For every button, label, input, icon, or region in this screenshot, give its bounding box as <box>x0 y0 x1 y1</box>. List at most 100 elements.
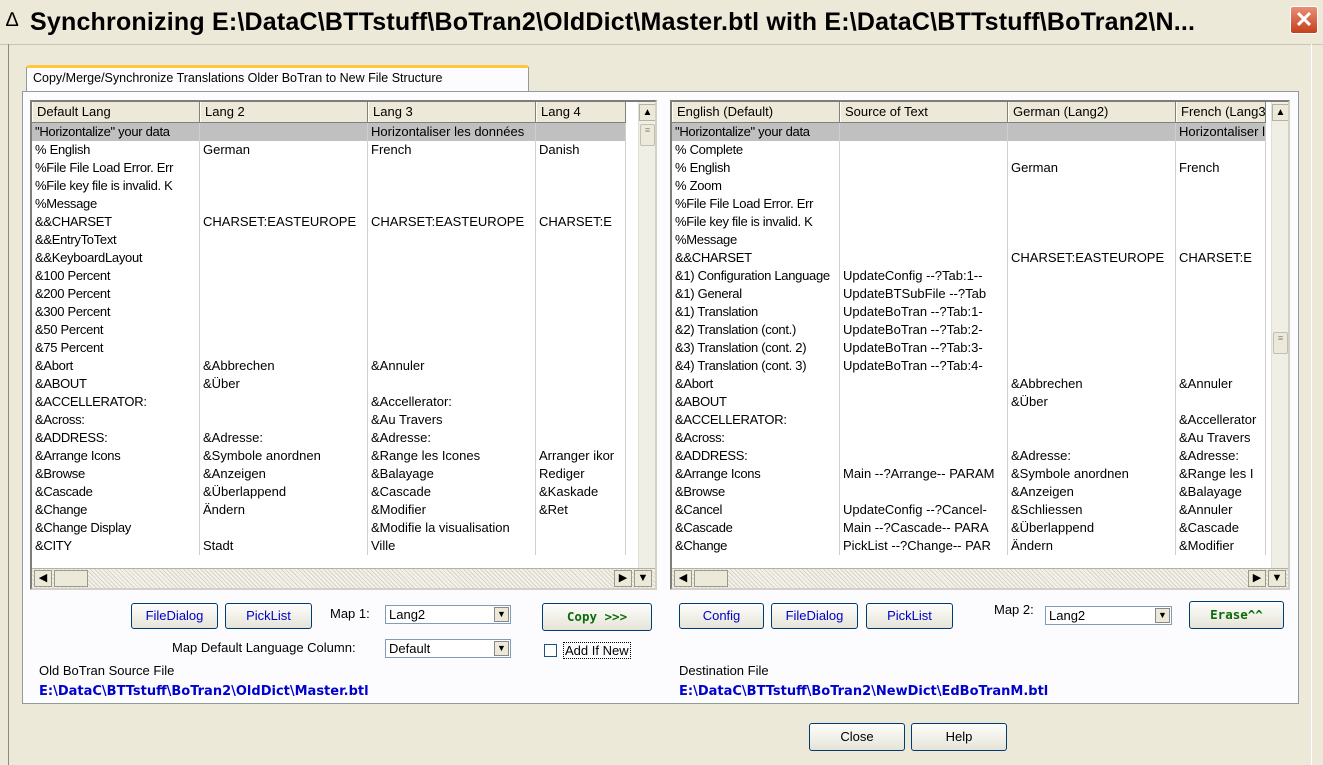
table-row[interactable]: %File key file is invalid. K <box>32 177 626 195</box>
table-cell[interactable]: %File File Load Error. Err <box>32 159 200 177</box>
table-cell[interactable]: %File key file is invalid. K <box>672 213 840 231</box>
table-cell[interactable]: UpdateBoTran --?Tab:4- <box>840 357 1008 375</box>
table-cell[interactable]: UpdateBoTran --?Tab:3- <box>840 339 1008 357</box>
table-cell[interactable]: &Across: <box>672 429 840 447</box>
table-cell[interactable] <box>840 177 1008 195</box>
table-cell[interactable]: &4) Translation (cont. 3) <box>672 357 840 375</box>
table-row[interactable]: % English German French <box>672 159 1266 177</box>
table-cell[interactable]: &Über <box>200 375 368 393</box>
table-cell[interactable] <box>1176 213 1266 231</box>
table-cell[interactable]: &Modifie la visualisation <box>368 519 536 537</box>
scroll-thumb-horizontal[interactable] <box>54 570 88 587</box>
table-cell[interactable] <box>1008 303 1176 321</box>
table-cell[interactable]: &Adresse: <box>368 429 536 447</box>
table-row[interactable]: %File File Load Error. Err <box>672 195 1266 213</box>
scroll-left-icon[interactable]: ◀ <box>674 570 692 587</box>
table-cell[interactable]: "Horizontalize" your data <box>32 123 200 141</box>
table-cell[interactable] <box>1176 267 1266 285</box>
erase-button[interactable]: Erase^^ <box>1189 601 1284 629</box>
scroll-down-icon[interactable]: ▼ <box>634 570 652 587</box>
table-cell[interactable]: &Abort <box>672 375 840 393</box>
table-row[interactable]: &ABOUT &Über <box>672 393 1266 411</box>
table-row[interactable]: % Complete <box>672 141 1266 159</box>
table-cell[interactable]: &Symbole anordnen <box>200 447 368 465</box>
column-header[interactable]: Source of Text <box>840 102 1008 122</box>
table-cell[interactable]: Main --?Arrange-- PARAM <box>840 465 1008 483</box>
table-cell[interactable] <box>536 375 626 393</box>
table-cell[interactable] <box>1176 339 1266 357</box>
table-cell[interactable]: &Annuler <box>1176 501 1266 519</box>
table-cell[interactable] <box>536 393 626 411</box>
table-cell[interactable] <box>368 303 536 321</box>
table-cell[interactable]: &Annuler <box>1176 375 1266 393</box>
table-row[interactable]: %Message <box>672 231 1266 249</box>
table-cell[interactable]: % English <box>32 141 200 159</box>
table-cell[interactable] <box>536 321 626 339</box>
table-cell[interactable] <box>1176 303 1266 321</box>
table-cell[interactable]: %File key file is invalid. K <box>32 177 200 195</box>
column-header[interactable]: Lang 3 <box>368 102 536 122</box>
table-row[interactable]: &&CHARSET CHARSET:EASTEUROPE CHARSET:EASTE… <box>32 213 626 231</box>
table-cell[interactable] <box>1008 177 1176 195</box>
table-row[interactable]: &ADDRESS: &Adresse: &Adresse: <box>32 429 626 447</box>
table-cell[interactable] <box>200 159 368 177</box>
table-cell[interactable]: French <box>1176 159 1266 177</box>
column-header[interactable]: Lang 2 <box>200 102 368 122</box>
table-cell[interactable] <box>200 321 368 339</box>
table-cell[interactable] <box>1008 141 1176 159</box>
table-cell[interactable]: CHARSET:EASTEUROPE <box>1008 249 1176 267</box>
table-cell[interactable]: &Über <box>1008 393 1176 411</box>
table-cell[interactable]: %Message <box>32 195 200 213</box>
table-cell[interactable] <box>368 339 536 357</box>
table-cell[interactable] <box>200 411 368 429</box>
table-cell[interactable]: &3) Translation (cont. 2) <box>672 339 840 357</box>
table-cell[interactable] <box>536 339 626 357</box>
scroll-down-icon[interactable]: ▼ <box>1268 570 1286 587</box>
table-cell[interactable] <box>840 411 1008 429</box>
table-cell[interactable] <box>368 267 536 285</box>
table-cell[interactable]: &Browse <box>32 465 200 483</box>
table-cell[interactable] <box>1176 357 1266 375</box>
table-cell[interactable]: &Ret <box>536 501 626 519</box>
table-cell[interactable]: &Balayage <box>1176 483 1266 501</box>
table-cell[interactable]: &Adresse: <box>1008 447 1176 465</box>
table-cell[interactable]: UpdateBoTran --?Tab:1- <box>840 303 1008 321</box>
table-row[interactable]: "Horizontalize" your data Horizontaliser … <box>32 123 626 141</box>
table-cell[interactable]: % Complete <box>672 141 840 159</box>
column-header[interactable]: Lang 4 <box>536 102 626 122</box>
table-cell[interactable]: Stadt <box>200 537 368 555</box>
table-cell[interactable] <box>200 249 368 267</box>
table-row[interactable]: &&KeyboardLayout <box>32 249 626 267</box>
table-cell[interactable]: &Range les I <box>1176 465 1266 483</box>
chevron-down-icon[interactable]: ▼ <box>494 607 509 622</box>
table-cell[interactable] <box>200 177 368 195</box>
table-cell[interactable]: &200 Percent <box>32 285 200 303</box>
table-cell[interactable]: &Balayage <box>368 465 536 483</box>
table-cell[interactable] <box>536 537 626 555</box>
table-cell[interactable] <box>840 429 1008 447</box>
table-cell[interactable] <box>536 429 626 447</box>
table-cell[interactable]: % Zoom <box>672 177 840 195</box>
table-cell[interactable]: CHARSET:EASTEUROPE <box>368 213 536 231</box>
table-cell[interactable] <box>368 285 536 303</box>
destination-grid[interactable]: English (Default) Source of Text German (L… <box>670 100 1290 590</box>
table-cell[interactable]: &Change <box>672 537 840 555</box>
table-cell[interactable]: German <box>200 141 368 159</box>
table-cell[interactable] <box>1008 411 1176 429</box>
table-cell[interactable] <box>368 375 536 393</box>
table-cell[interactable] <box>368 321 536 339</box>
table-row[interactable]: &Browse &Anzeigen &Balayage Rediger <box>32 465 626 483</box>
source-filedialog-button[interactable]: FileDialog <box>131 603 218 629</box>
map2-select[interactable]: Lang2 ▼ <box>1045 606 1172 625</box>
table-cell[interactable]: &Cascade <box>672 519 840 537</box>
table-cell[interactable]: &2) Translation (cont.) <box>672 321 840 339</box>
destination-picklist-button[interactable]: PickList <box>866 603 953 629</box>
table-cell[interactable]: %Message <box>672 231 840 249</box>
table-row[interactable]: &&CHARSET CHARSET:EASTEUROPE CHARSET:E <box>672 249 1266 267</box>
table-cell[interactable] <box>200 393 368 411</box>
close-button[interactable]: Close <box>809 723 905 751</box>
table-cell[interactable]: &Arrange Icons <box>32 447 200 465</box>
table-cell[interactable] <box>200 339 368 357</box>
table-cell[interactable]: &Change <box>32 501 200 519</box>
table-cell[interactable]: CHARSET:E <box>1176 249 1266 267</box>
